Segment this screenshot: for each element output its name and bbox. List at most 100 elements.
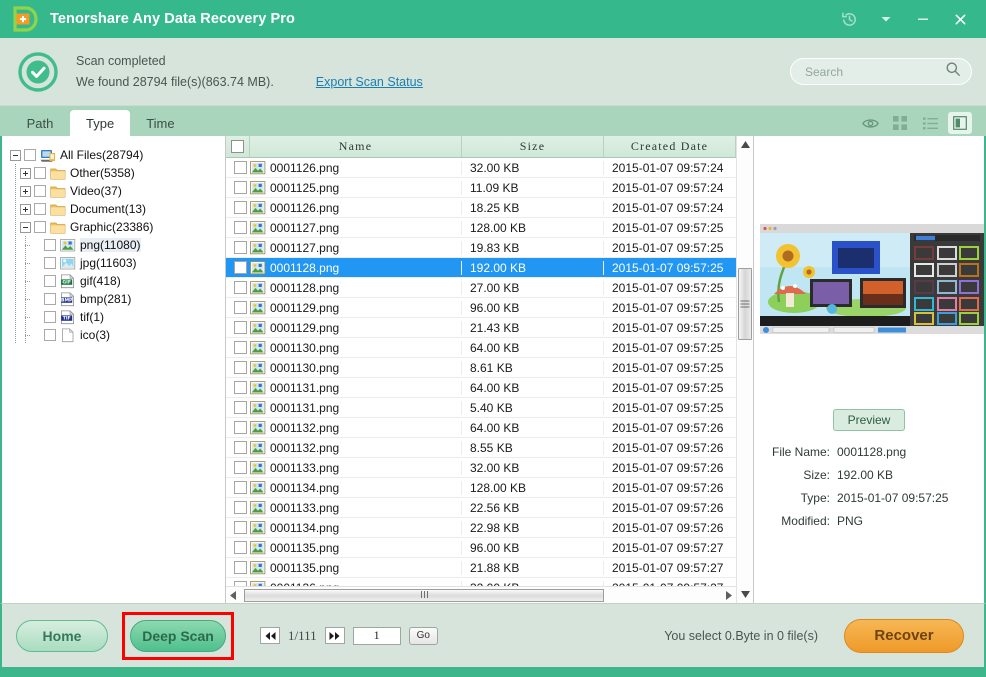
tree-item-video[interactable]: Video(37) <box>10 182 225 200</box>
column-header-size[interactable]: Size <box>462 136 604 157</box>
tree-item-jpg[interactable]: jpg(11603) <box>10 254 225 272</box>
scroll-down-arrow-icon[interactable] <box>737 586 753 603</box>
table-row[interactable]: 0001131.png 5.40 KB 2015-01-07 09:57:25 <box>226 398 736 418</box>
close-button[interactable] <box>950 9 970 29</box>
tab-path[interactable]: Path <box>10 110 70 136</box>
row-checkbox-cell[interactable] <box>226 321 250 334</box>
row-checkbox[interactable] <box>233 321 247 334</box>
preview-button[interactable]: Preview <box>832 409 906 431</box>
minimize-button[interactable] <box>913 9 933 29</box>
split-view-icon[interactable] <box>948 112 972 134</box>
search-icon[interactable] <box>945 61 961 82</box>
select-all-cell[interactable] <box>226 136 250 157</box>
row-checkbox-cell[interactable] <box>226 241 250 254</box>
tree-item-png[interactable]: png(11080) <box>10 236 225 254</box>
row-checkbox[interactable] <box>233 301 247 314</box>
row-checkbox-cell[interactable] <box>226 361 250 374</box>
first-page-button[interactable] <box>260 627 280 644</box>
row-checkbox-cell[interactable] <box>226 521 250 534</box>
table-row[interactable]: 0001127.png 19.83 KB 2015-01-07 09:57:25 <box>226 238 736 258</box>
table-row[interactable]: 0001130.png 64.00 KB 2015-01-07 09:57:25 <box>226 338 736 358</box>
grid-view-icon[interactable] <box>888 112 912 134</box>
table-row[interactable]: 0001126.png 32.00 KB 2015-01-07 09:57:24 <box>226 158 736 178</box>
row-checkbox[interactable] <box>233 201 247 214</box>
select-all-checkbox[interactable] <box>231 140 244 153</box>
scroll-right-arrow-icon[interactable] <box>721 590 736 600</box>
vertical-scrollbar[interactable] <box>736 136 753 603</box>
tree-item-gif[interactable]: GIF gif(418) <box>10 272 225 290</box>
table-row[interactable]: 0001136.png32.00 KB2015-01-07 09:57:27 <box>226 578 736 586</box>
vertical-scroll-thumb[interactable] <box>738 268 752 340</box>
scroll-up-arrow-icon[interactable] <box>737 136 753 153</box>
vertical-scroll-track[interactable] <box>737 153 753 586</box>
row-checkbox-cell[interactable] <box>226 301 250 314</box>
preview-eye-icon[interactable] <box>858 112 882 134</box>
row-checkbox-cell[interactable] <box>226 441 250 454</box>
tab-time[interactable]: Time <box>130 110 190 136</box>
tree-item-checkbox[interactable] <box>44 257 56 269</box>
row-checkbox[interactable] <box>233 461 247 474</box>
table-row[interactable]: 0001128.png 192.00 KB 2015-01-07 09:57:25 <box>226 258 736 278</box>
collapse-icon[interactable] <box>10 149 21 161</box>
row-checkbox[interactable] <box>233 361 247 374</box>
table-row[interactable]: 0001135.png 21.88 KB 2015-01-07 09:57:27 <box>226 558 736 578</box>
row-checkbox-cell[interactable] <box>226 401 250 414</box>
page-number-input[interactable] <box>352 626 401 645</box>
recover-button[interactable]: Recover <box>844 618 964 653</box>
scroll-left-arrow-icon[interactable] <box>226 590 241 600</box>
row-checkbox-cell[interactable] <box>226 221 250 234</box>
table-row[interactable]: 0001135.png 96.00 KB 2015-01-07 09:57:27 <box>226 538 736 558</box>
horizontal-scroll-track[interactable] <box>241 588 721 603</box>
row-checkbox[interactable] <box>233 181 247 194</box>
tree-item-checkbox[interactable] <box>34 221 46 233</box>
horizontal-scrollbar[interactable] <box>226 586 736 603</box>
table-row[interactable]: 0001128.png 27.00 KB 2015-01-07 09:57:25 <box>226 278 736 298</box>
tree-item-all-files[interactable]: All Files(28794) <box>10 146 225 164</box>
tree-item-ico[interactable]: ico(3) <box>10 326 225 344</box>
row-checkbox-cell[interactable] <box>226 161 250 174</box>
tree-item-checkbox[interactable] <box>34 167 46 179</box>
tree-item-checkbox[interactable] <box>34 185 46 197</box>
tree-item-graphic[interactable]: Graphic(23386) <box>10 218 225 236</box>
row-checkbox[interactable] <box>233 541 247 554</box>
table-row[interactable]: 0001126.png 18.25 KB 2015-01-07 09:57:24 <box>226 198 736 218</box>
row-checkbox-cell[interactable] <box>226 461 250 474</box>
row-checkbox-cell[interactable] <box>226 381 250 394</box>
table-row[interactable]: 0001125.png 11.09 KB 2015-01-07 09:57:24 <box>226 178 736 198</box>
column-header-name[interactable]: Name <box>250 136 462 157</box>
table-row[interactable]: 0001129.png 21.43 KB 2015-01-07 09:57:25 <box>226 318 736 338</box>
expand-icon[interactable] <box>20 185 31 197</box>
tree-item-other[interactable]: Other(5358) <box>10 164 225 182</box>
tree-item-document[interactable]: Document(13) <box>10 200 225 218</box>
row-checkbox-cell[interactable] <box>226 201 250 214</box>
tree-item-checkbox[interactable] <box>44 329 56 341</box>
table-row[interactable]: 0001127.png 128.00 KB 2015-01-07 09:57:25 <box>226 218 736 238</box>
tree-item-checkbox[interactable] <box>44 239 56 251</box>
row-checkbox[interactable] <box>233 241 247 254</box>
row-checkbox[interactable] <box>233 421 247 434</box>
tree-item-tif[interactable]: TIF tif(1) <box>10 308 225 326</box>
row-checkbox[interactable] <box>233 261 247 274</box>
row-checkbox-cell[interactable] <box>226 501 250 514</box>
tree-item-checkbox[interactable] <box>44 275 56 287</box>
expand-icon[interactable] <box>20 203 31 215</box>
row-checkbox[interactable] <box>233 561 247 574</box>
deep-scan-button[interactable]: Deep Scan <box>130 619 226 652</box>
row-checkbox-cell[interactable] <box>226 341 250 354</box>
row-checkbox[interactable] <box>233 381 247 394</box>
tree-item-checkbox[interactable] <box>44 293 56 305</box>
row-checkbox[interactable] <box>233 401 247 414</box>
tree-item-checkbox[interactable] <box>34 203 46 215</box>
row-checkbox-cell[interactable] <box>226 261 250 274</box>
row-checkbox[interactable] <box>233 521 247 534</box>
collapse-icon[interactable] <box>20 221 31 233</box>
export-scan-status-link[interactable]: Export Scan Status <box>316 75 423 89</box>
history-icon[interactable] <box>839 9 859 29</box>
table-row[interactable]: 0001131.png 64.00 KB 2015-01-07 09:57:25 <box>226 378 736 398</box>
go-button[interactable]: Go <box>408 626 438 645</box>
table-row[interactable]: 0001130.png 8.61 KB 2015-01-07 09:57:25 <box>226 358 736 378</box>
expand-icon[interactable] <box>20 167 31 179</box>
tree-item-checkbox[interactable] <box>24 149 36 161</box>
tree-item-bmp[interactable]: BMP bmp(281) <box>10 290 225 308</box>
row-checkbox-cell[interactable] <box>226 281 250 294</box>
